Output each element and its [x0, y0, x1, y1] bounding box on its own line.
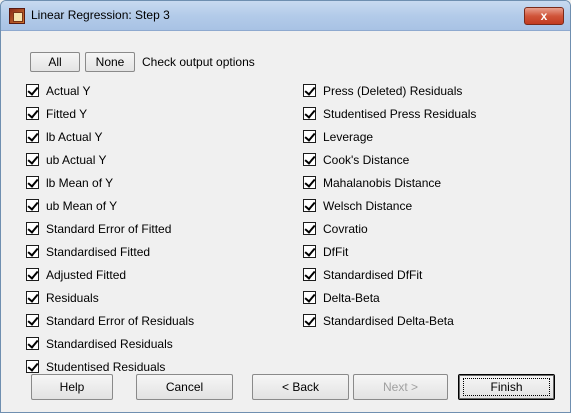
checkbox[interactable] [26, 245, 39, 258]
option-label: ub Mean of Y [46, 199, 118, 213]
check-output-caption: Check output options [142, 55, 255, 69]
option-label: Standardised DfFit [323, 268, 423, 282]
checkbox[interactable] [26, 130, 39, 143]
app-icon [9, 8, 25, 24]
option-label: Welsch Distance [323, 199, 413, 213]
focus-rectangle [463, 378, 550, 396]
checkbox[interactable] [303, 176, 316, 189]
all-button[interactable]: All [30, 52, 80, 72]
checkbox[interactable] [26, 268, 39, 281]
option-label: Studentised Press Residuals [323, 107, 477, 121]
checkbox[interactable] [303, 291, 316, 304]
option-label: Standard Error of Residuals [46, 314, 195, 328]
checkbox[interactable] [26, 314, 39, 327]
dialog-window: Linear Regression: Step 3 x All None Che… [0, 0, 571, 413]
option-label: lb Actual Y [46, 130, 103, 144]
checkbox[interactable] [26, 176, 39, 189]
option-label: Press (Deleted) Residuals [323, 84, 463, 98]
checkbox[interactable] [303, 153, 316, 166]
option-label: Covratio [323, 222, 368, 236]
close-button[interactable]: x [524, 7, 564, 25]
none-button[interactable]: None [85, 52, 135, 72]
checkbox[interactable] [26, 107, 39, 120]
back-button[interactable]: < Back [252, 374, 349, 400]
cancel-button[interactable]: Cancel [136, 374, 233, 400]
finish-button[interactable]: Finish [458, 374, 555, 400]
checkbox[interactable] [26, 222, 39, 235]
checkbox[interactable] [303, 130, 316, 143]
checkbox[interactable] [303, 107, 316, 120]
checkbox[interactable] [26, 84, 39, 97]
checkbox[interactable] [26, 291, 39, 304]
option-label: Studentised Residuals [46, 360, 166, 374]
checkbox[interactable] [26, 360, 39, 373]
checkbox[interactable] [303, 314, 316, 327]
option-label: Standardised Fitted [46, 245, 151, 259]
next-button[interactable]: Next > [353, 374, 448, 400]
option-label: ub Actual Y [46, 153, 107, 167]
checkbox[interactable] [26, 337, 39, 350]
option-label: Standard Error of Fitted [46, 222, 172, 236]
checkbox[interactable] [303, 84, 316, 97]
checkbox[interactable] [303, 268, 316, 281]
checkbox[interactable] [303, 245, 316, 258]
option-label: Delta-Beta [323, 291, 380, 305]
title-bar[interactable]: Linear Regression: Step 3 x [1, 1, 570, 31]
help-button[interactable]: Help [31, 374, 113, 400]
checkbox[interactable] [303, 222, 316, 235]
option-label: Adjusted Fitted [46, 268, 127, 282]
option-label: Leverage [323, 130, 374, 144]
option-label: lb Mean of Y [46, 176, 114, 190]
option-label: Standardised Delta-Beta [323, 314, 454, 328]
option-label: Standardised Residuals [46, 337, 173, 351]
window-title: Linear Regression: Step 3 [31, 8, 170, 22]
option-label: Residuals [46, 291, 99, 305]
checkbox[interactable] [26, 199, 39, 212]
checkbox[interactable] [26, 153, 39, 166]
option-label: Mahalanobis Distance [323, 176, 442, 190]
option-label: Actual Y [46, 84, 91, 98]
option-label: DfFit [323, 245, 349, 259]
option-label: Cook's Distance [323, 153, 410, 167]
checkbox[interactable] [303, 199, 316, 212]
option-label: Fitted Y [46, 107, 88, 121]
